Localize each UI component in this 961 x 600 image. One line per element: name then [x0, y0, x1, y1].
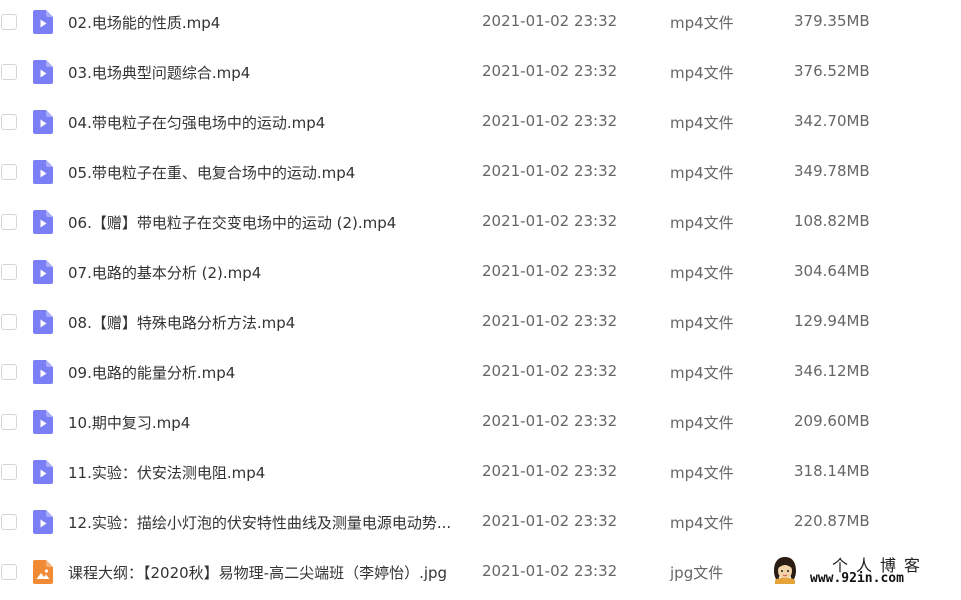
file-date: 2021-01-02 23:32	[482, 262, 618, 280]
file-date: 2021-01-02 23:32	[482, 562, 618, 580]
row-checkbox[interactable]	[1, 214, 17, 230]
video-file-icon	[33, 310, 53, 334]
file-date: 2021-01-02 23:32	[482, 312, 618, 330]
file-row[interactable]: 07.电路的基本分析 (2).mp4 2021-01-02 23:32 mp4文…	[0, 250, 961, 300]
video-file-icon	[33, 160, 53, 184]
file-name[interactable]: 04.带电粒子在匀强电场中的运动.mp4	[68, 112, 325, 133]
file-row[interactable]: 06.【赠】带电粒子在交变电场中的运动 (2).mp4 2021-01-02 2…	[0, 200, 961, 250]
file-name[interactable]: 10.期中复习.mp4	[68, 412, 190, 433]
file-type: mp4文件	[670, 514, 734, 532]
row-checkbox[interactable]	[1, 364, 17, 380]
file-size: 379.35MB	[794, 12, 870, 30]
blog-watermark: 个人博客 www.92in.com	[770, 552, 956, 588]
file-date: 2021-01-02 23:32	[482, 512, 618, 530]
row-checkbox[interactable]	[1, 414, 17, 430]
file-size: 129.94MB	[794, 312, 870, 330]
file-type: mp4文件	[670, 264, 734, 282]
file-type: mp4文件	[670, 164, 734, 182]
video-file-icon	[33, 260, 53, 284]
row-checkbox[interactable]	[1, 464, 17, 480]
file-date: 2021-01-02 23:32	[482, 162, 618, 180]
file-type: mp4文件	[670, 464, 734, 482]
file-row[interactable]: 12.实验：描绘小灯泡的伏安特性曲线及测量电源电动势... 2021-01-02…	[0, 500, 961, 550]
file-date: 2021-01-02 23:32	[482, 462, 618, 480]
file-name[interactable]: 05.带电粒子在重、电复合场中的运动.mp4	[68, 162, 355, 183]
video-file-icon	[33, 410, 53, 434]
watermark-url: www.92in.com	[810, 571, 904, 586]
file-size: 108.82MB	[794, 212, 870, 230]
video-file-icon	[33, 510, 53, 534]
file-row[interactable]: 05.带电粒子在重、电复合场中的运动.mp4 2021-01-02 23:32 …	[0, 150, 961, 200]
row-checkbox[interactable]	[1, 564, 17, 580]
file-date: 2021-01-02 23:32	[482, 212, 618, 230]
file-size: 349.78MB	[794, 162, 870, 180]
video-file-icon	[33, 210, 53, 234]
video-file-icon	[33, 60, 53, 84]
avatar-icon	[770, 554, 800, 584]
file-size: 318.14MB	[794, 462, 870, 480]
file-type: mp4文件	[670, 214, 734, 232]
file-name[interactable]: 11.实验：伏安法测电阻.mp4	[68, 462, 265, 483]
video-file-icon	[33, 110, 53, 134]
row-checkbox[interactable]	[1, 264, 17, 280]
row-checkbox[interactable]	[1, 514, 17, 530]
file-type: mp4文件	[670, 64, 734, 82]
file-type: mp4文件	[670, 14, 734, 32]
video-file-icon	[33, 460, 53, 484]
file-name[interactable]: 07.电路的基本分析 (2).mp4	[68, 262, 261, 283]
image-file-icon	[33, 560, 53, 584]
file-row[interactable]: 08.【赠】特殊电路分析方法.mp4 2021-01-02 23:32 mp4文…	[0, 300, 961, 350]
file-type: jpg文件	[670, 564, 724, 582]
file-name[interactable]: 06.【赠】带电粒子在交变电场中的运动 (2).mp4	[68, 212, 396, 233]
file-name[interactable]: 课程大纲：【2020秋】易物理-高二尖端班（李婷怡）.jpg	[68, 562, 447, 583]
file-type: mp4文件	[670, 314, 734, 332]
file-name[interactable]: 09.电路的能量分析.mp4	[68, 362, 235, 383]
file-name[interactable]: 02.电场能的性质.mp4	[68, 12, 220, 33]
file-row[interactable]: 10.期中复习.mp4 2021-01-02 23:32 mp4文件 209.6…	[0, 400, 961, 450]
file-row[interactable]: 02.电场能的性质.mp4 2021-01-02 23:32 mp4文件 379…	[0, 0, 961, 50]
row-checkbox[interactable]	[1, 114, 17, 130]
file-name[interactable]: 03.电场典型问题综合.mp4	[68, 62, 250, 83]
file-row[interactable]: 04.带电粒子在匀强电场中的运动.mp4 2021-01-02 23:32 mp…	[0, 100, 961, 150]
row-checkbox[interactable]	[1, 164, 17, 180]
file-type: mp4文件	[670, 364, 734, 382]
file-date: 2021-01-02 23:32	[482, 112, 618, 130]
video-file-icon	[33, 10, 53, 34]
file-type: mp4文件	[670, 114, 734, 132]
file-size: 376.52MB	[794, 62, 870, 80]
video-file-icon	[33, 360, 53, 384]
file-type: mp4文件	[670, 414, 734, 432]
file-size: 304.64MB	[794, 262, 870, 280]
file-size: 220.87MB	[794, 512, 870, 530]
row-checkbox[interactable]	[1, 314, 17, 330]
file-row[interactable]: 03.电场典型问题综合.mp4 2021-01-02 23:32 mp4文件 3…	[0, 50, 961, 100]
file-date: 2021-01-02 23:32	[482, 62, 618, 80]
file-date: 2021-01-02 23:32	[482, 12, 618, 30]
file-date: 2021-01-02 23:32	[482, 362, 618, 380]
row-checkbox[interactable]	[1, 14, 17, 30]
row-checkbox[interactable]	[1, 64, 17, 80]
file-row[interactable]: 11.实验：伏安法测电阻.mp4 2021-01-02 23:32 mp4文件 …	[0, 450, 961, 500]
file-date: 2021-01-02 23:32	[482, 412, 618, 430]
file-list: 02.电场能的性质.mp4 2021-01-02 23:32 mp4文件 379…	[0, 0, 961, 600]
file-size: 342.70MB	[794, 112, 870, 130]
file-size: 346.12MB	[794, 362, 870, 380]
file-name[interactable]: 12.实验：描绘小灯泡的伏安特性曲线及测量电源电动势...	[68, 512, 451, 533]
file-row[interactable]: 09.电路的能量分析.mp4 2021-01-02 23:32 mp4文件 34…	[0, 350, 961, 400]
file-name[interactable]: 08.【赠】特殊电路分析方法.mp4	[68, 312, 295, 333]
file-size: 209.60MB	[794, 412, 870, 430]
